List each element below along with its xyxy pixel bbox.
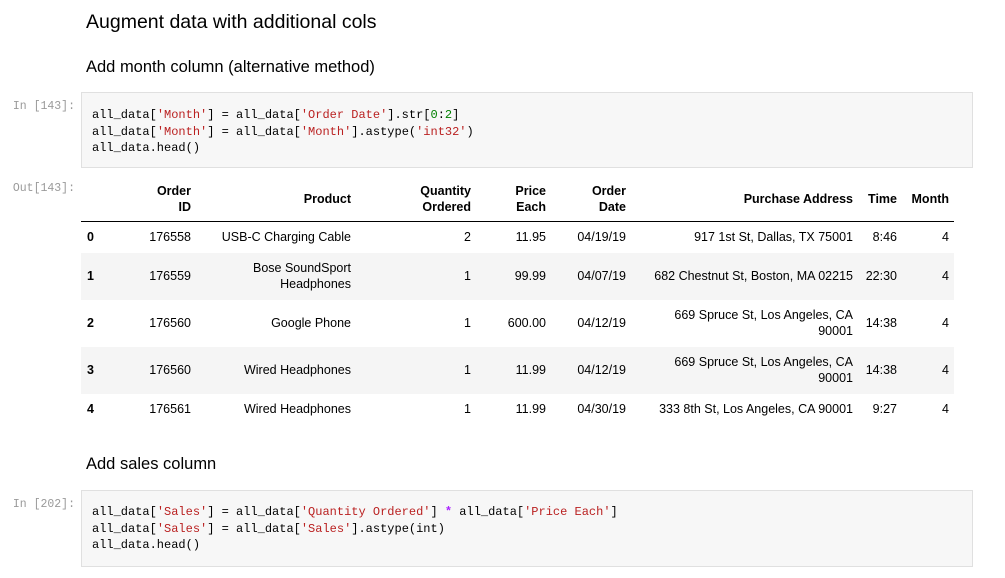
dataframe-row: 4 176561 Wired Headphones 1 11.99 04/30/19 333… xyxy=(81,394,954,425)
table-cell: 04/07/19 xyxy=(577,268,626,283)
row-index: 1 xyxy=(87,268,94,283)
table-cell: Wired Headphones xyxy=(243,401,351,416)
column-header: Price Each xyxy=(476,177,551,222)
input-prompt-143: In [143]: xyxy=(12,100,75,113)
table-cell: 04/12/19 xyxy=(577,362,626,377)
table-cell: 04/30/19 xyxy=(577,401,626,416)
table-cell: 04/19/19 xyxy=(577,230,626,244)
code-cell-month[interactable]: all_data['Month'] = all_data['Order Date… xyxy=(81,92,973,168)
markdown-heading-month: Add month column (alternative method) xyxy=(86,58,375,76)
table-cell: 669 Spruce St, Los Angeles, CA 90001 xyxy=(674,307,853,339)
table-cell: 14:38 xyxy=(865,362,897,377)
markdown-heading-augment: Augment data with additional cols xyxy=(86,11,377,33)
table-cell: 333 8th St, Los Angeles, CA 90001 xyxy=(659,401,853,416)
table-cell: 176559 xyxy=(149,268,191,283)
table-cell: 176558 xyxy=(149,230,191,244)
table-cell: 22:30 xyxy=(865,268,897,283)
table-cell: 600.00 xyxy=(507,315,546,330)
row-index: 4 xyxy=(87,401,94,416)
table-cell: USB-C Charging Cable xyxy=(221,230,351,244)
table-cell: Google Phone xyxy=(271,315,351,330)
column-header: Purchase Address xyxy=(631,177,858,222)
row-index: 0 xyxy=(87,230,94,244)
table-cell: 176560 xyxy=(149,362,191,377)
table-cell: 14:38 xyxy=(865,315,897,330)
table-cell: 8:46 xyxy=(872,230,897,244)
column-header: Product xyxy=(196,177,356,222)
table-cell: Wired Headphones xyxy=(243,362,351,377)
table-cell: 99.99 xyxy=(514,268,546,283)
dataframe-header-row: Order ID Product Quantity Ordered Price Eac… xyxy=(81,177,954,222)
code-cell-sales[interactable]: all_data['Sales'] = all_data['Quantity O… xyxy=(81,490,973,567)
input-prompt-202: In [202]: xyxy=(12,498,75,511)
dataframe-row: 3 176560 Wired Headphones 1 11.99 04/12/19 669… xyxy=(81,346,954,394)
column-header: Month xyxy=(902,177,954,222)
dataframe-row: 1 176559 Bose SoundSport Headphones 1 99.99 04… xyxy=(81,252,954,300)
output-prompt-143: Out[143]: xyxy=(12,182,75,195)
table-cell: 1 xyxy=(464,268,471,283)
row-index: 3 xyxy=(87,362,94,377)
table-cell: 176561 xyxy=(149,401,191,416)
table-cell: 9:27 xyxy=(872,401,897,416)
column-header: Time xyxy=(858,177,902,222)
table-cell: 4 xyxy=(942,362,949,377)
table-cell: Bose SoundSport Headphones xyxy=(253,260,351,292)
dataframe-body: 0 176558 USB-C Charging Cable 2 11.95 04/19/1… xyxy=(81,222,954,425)
column-header: Quantity Ordered xyxy=(356,177,476,222)
table-cell: 682 Chestnut St, Boston, MA 02215 xyxy=(654,268,853,283)
table-cell: 11.99 xyxy=(515,362,546,377)
row-index: 2 xyxy=(87,315,94,330)
column-header: Order Date xyxy=(551,177,631,222)
table-cell: 4 xyxy=(942,230,949,244)
markdown-heading-sales: Add sales column xyxy=(86,455,217,473)
dataframe-row: 2 176560 Google Phone 1 600.00 04/12/19 669 Sp… xyxy=(81,300,954,347)
table-cell: 1 xyxy=(464,362,471,377)
code-editor[interactable]: all_data['Sales'] = all_data['Quantity O… xyxy=(82,504,972,554)
table-cell: 669 Spruce St, Los Angeles, CA 90001 xyxy=(674,354,853,386)
index-header xyxy=(81,177,112,222)
table-cell: 2 xyxy=(464,230,471,244)
column-header: Order ID xyxy=(112,177,196,222)
table-cell: 1 xyxy=(464,401,471,416)
table-cell: 11.99 xyxy=(515,401,546,416)
table-cell: 4 xyxy=(942,315,949,330)
table-cell: 4 xyxy=(942,401,949,416)
table-cell: 1 xyxy=(464,315,471,330)
dataframe-row: 0 176558 USB-C Charging Cable 2 11.95 04/19/1… xyxy=(81,222,954,253)
table-cell: 4 xyxy=(942,268,949,283)
table-cell: 11.95 xyxy=(515,230,546,244)
table-cell: 176560 xyxy=(149,315,191,330)
table-cell: 04/12/19 xyxy=(577,315,626,330)
table-cell: 917 1st St, Dallas, TX 75001 xyxy=(694,230,853,244)
dataframe-output: Order ID Product Quantity Ordered Price Eac… xyxy=(81,177,954,425)
code-editor[interactable]: all_data['Month'] = all_data['Order Date… xyxy=(82,107,972,157)
